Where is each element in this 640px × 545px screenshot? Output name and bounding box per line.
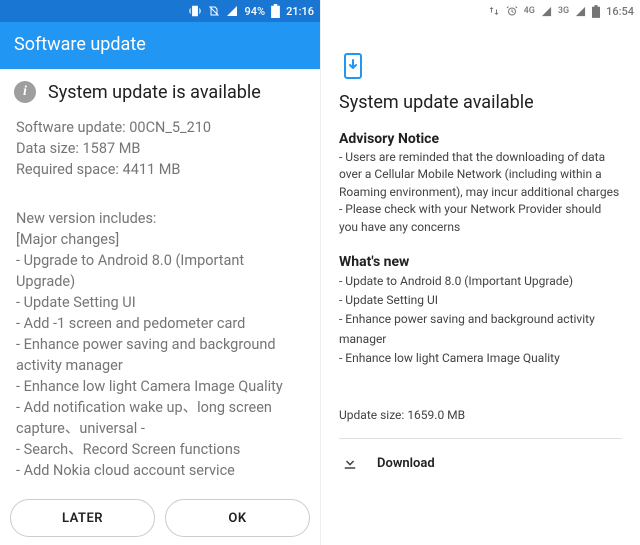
app-title: Software update [14,34,146,55]
signal-icon [226,5,238,17]
download-label: Download [377,456,435,471]
battery-icon [592,5,600,18]
changelog-item: - Enhance low light Camera Image Quality [16,376,304,397]
vibrate-icon [188,4,202,18]
info-icon: i [14,81,36,103]
changelog-item: - Upgrade to Android 8.0 (Important Upgr… [16,250,304,292]
phone-screenshot-right: 4G 3G 16:54 System update available Advi… [320,0,640,545]
whats-new-item: - Update Setting UI [339,291,622,310]
clock: 16:54 [606,5,634,18]
ok-button[interactable]: OK [165,499,310,537]
advisory-heading: Advisory Notice [339,131,622,147]
changelog: New version includes: [Major changes] - … [0,180,320,481]
whats-new-item: - Enhance power saving and background ac… [339,310,622,348]
headline-row: i System update is available [0,69,320,113]
changelog-item: - Enhance power saving and background ac… [16,334,304,376]
headline-text: System update is available [48,82,261,103]
signal-icon [541,6,552,17]
changelog-item: - Add -1 screen and pedometer card [16,313,304,334]
content-area: System update available Advisory Notice … [321,22,640,489]
software-update-line: Software update: 00CN_5_210 [16,117,304,138]
update-size-line: Update size: 1659.0 MB [339,408,622,422]
changelog-section: [Major changes] [16,229,304,250]
update-icon-block [339,22,622,92]
later-button[interactable]: LATER [10,499,155,537]
signal-icon [575,6,586,17]
no-sim-icon [208,5,220,17]
phone-screenshot-left: 94% 21:16 Software update i System updat… [0,0,320,545]
required-space-line: Required space: 4411 MB [16,159,304,180]
whats-new-heading: What's new [339,254,622,270]
action-buttons: LATER OK [0,499,320,537]
battery-percent: 94% [244,5,265,18]
changelog-item: - Update Setting UI [16,292,304,313]
advisory-body: - Users are reminded that the downloadin… [339,149,622,236]
whats-new-list: - Update to Android 8.0 (Important Upgra… [339,272,622,368]
status-bar: 94% 21:16 [0,0,320,22]
update-details: Software update: 00CN_5_210 Data size: 1… [0,113,320,180]
phone-download-icon [339,52,367,80]
clock: 21:16 [286,5,314,18]
status-bar: 4G 3G 16:54 [321,0,640,22]
download-icon [341,453,359,475]
alarm-icon [506,5,518,17]
whats-new-item: - Enhance low light Camera Image Quality [339,349,622,368]
whats-new-item: - Update to Android 8.0 (Important Upgra… [339,272,622,291]
data-size-line: Data size: 1587 MB [16,138,304,159]
changelog-item: - Add notification wake up、long screen c… [16,397,304,439]
page-title: System update available [339,92,622,113]
swap-icon [488,5,500,17]
network-label-2: 3G [558,6,569,16]
changelog-intro: New version includes: [16,208,304,229]
download-button[interactable]: Download [339,439,622,489]
battery-icon [271,4,280,18]
changelog-item: - Search、Record Screen functions [16,439,304,460]
app-title-bar: Software update [0,22,320,69]
changelog-item: - Add Nokia cloud account service [16,460,304,481]
network-label-1: 4G [524,6,535,16]
